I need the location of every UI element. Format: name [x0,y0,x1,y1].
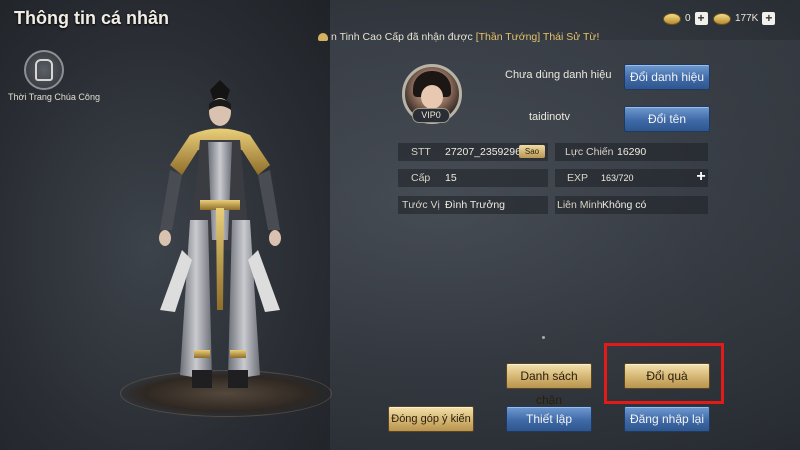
power-value: 16290 [617,146,647,158]
rank-value: Đình Trưởng [445,199,506,211]
rename-button[interactable]: Đổi tên [624,106,710,132]
redeem-highlight-box [604,343,724,404]
stt-label: STT [411,146,431,158]
announcement-ticker: n Tinh Cao Cấp đã nhận được [Thần Tướng]… [318,31,599,43]
currency-ingot: 0 + [663,12,708,25]
announcement-icon [318,33,328,41]
rank-label: Tước Vị [402,199,440,211]
alliance-label: Liên Minh [557,199,603,211]
game-screen: Thông tin cá nhân n Tinh Cao Cấp đã nhận… [0,0,800,450]
level-label: Cấp [411,172,431,184]
ingot-amount: 0 [685,13,691,24]
vip-badge: VIP0 [412,108,450,123]
currency-gold: 177K + [713,12,776,25]
ticker-text: n Tinh Cao Cấp đã nhận được [331,31,476,43]
change-title-button[interactable]: Đổi danh hiệu [624,64,710,90]
settings-button[interactable]: Thiết lập [506,406,592,432]
exp-value: 163/720 [601,173,634,183]
copy-id-button[interactable]: Sao [519,145,545,158]
character-model [159,80,281,388]
outfit-icon [24,50,64,90]
add-gold-button[interactable]: + [762,12,776,25]
add-exp-button[interactable]: + [694,169,708,185]
gold-coin-icon [713,12,731,25]
outfit-label: Thời Trang Chúa Công [8,92,100,102]
ticker-item: [Thần Tướng] Thái Sử Từ! [475,31,600,43]
power-label: Lực Chiến [565,146,614,158]
player-name: taidinotv [529,111,570,123]
ingot-icon [663,12,681,25]
add-ingot-button[interactable]: + [694,12,708,25]
divider-dot [542,336,545,339]
relogin-button[interactable]: Đăng nhập lại [624,406,710,432]
blocklist-button[interactable]: Danh sách chặn [506,363,592,407]
gold-amount: 177K [735,13,759,24]
alliance-value: Không có [602,199,647,211]
outfit-button[interactable]: Thời Trang Chúa Công [8,50,100,102]
level-value: 15 [445,172,457,184]
exp-label: EXP [567,172,589,184]
feedback-button[interactable]: Đóng góp ý kiến [388,406,474,432]
title-status-text: Chưa dùng danh hiệu [505,69,612,81]
page-title: Thông tin cá nhân [14,8,169,28]
stt-value: 27207_2359296 [445,146,521,158]
